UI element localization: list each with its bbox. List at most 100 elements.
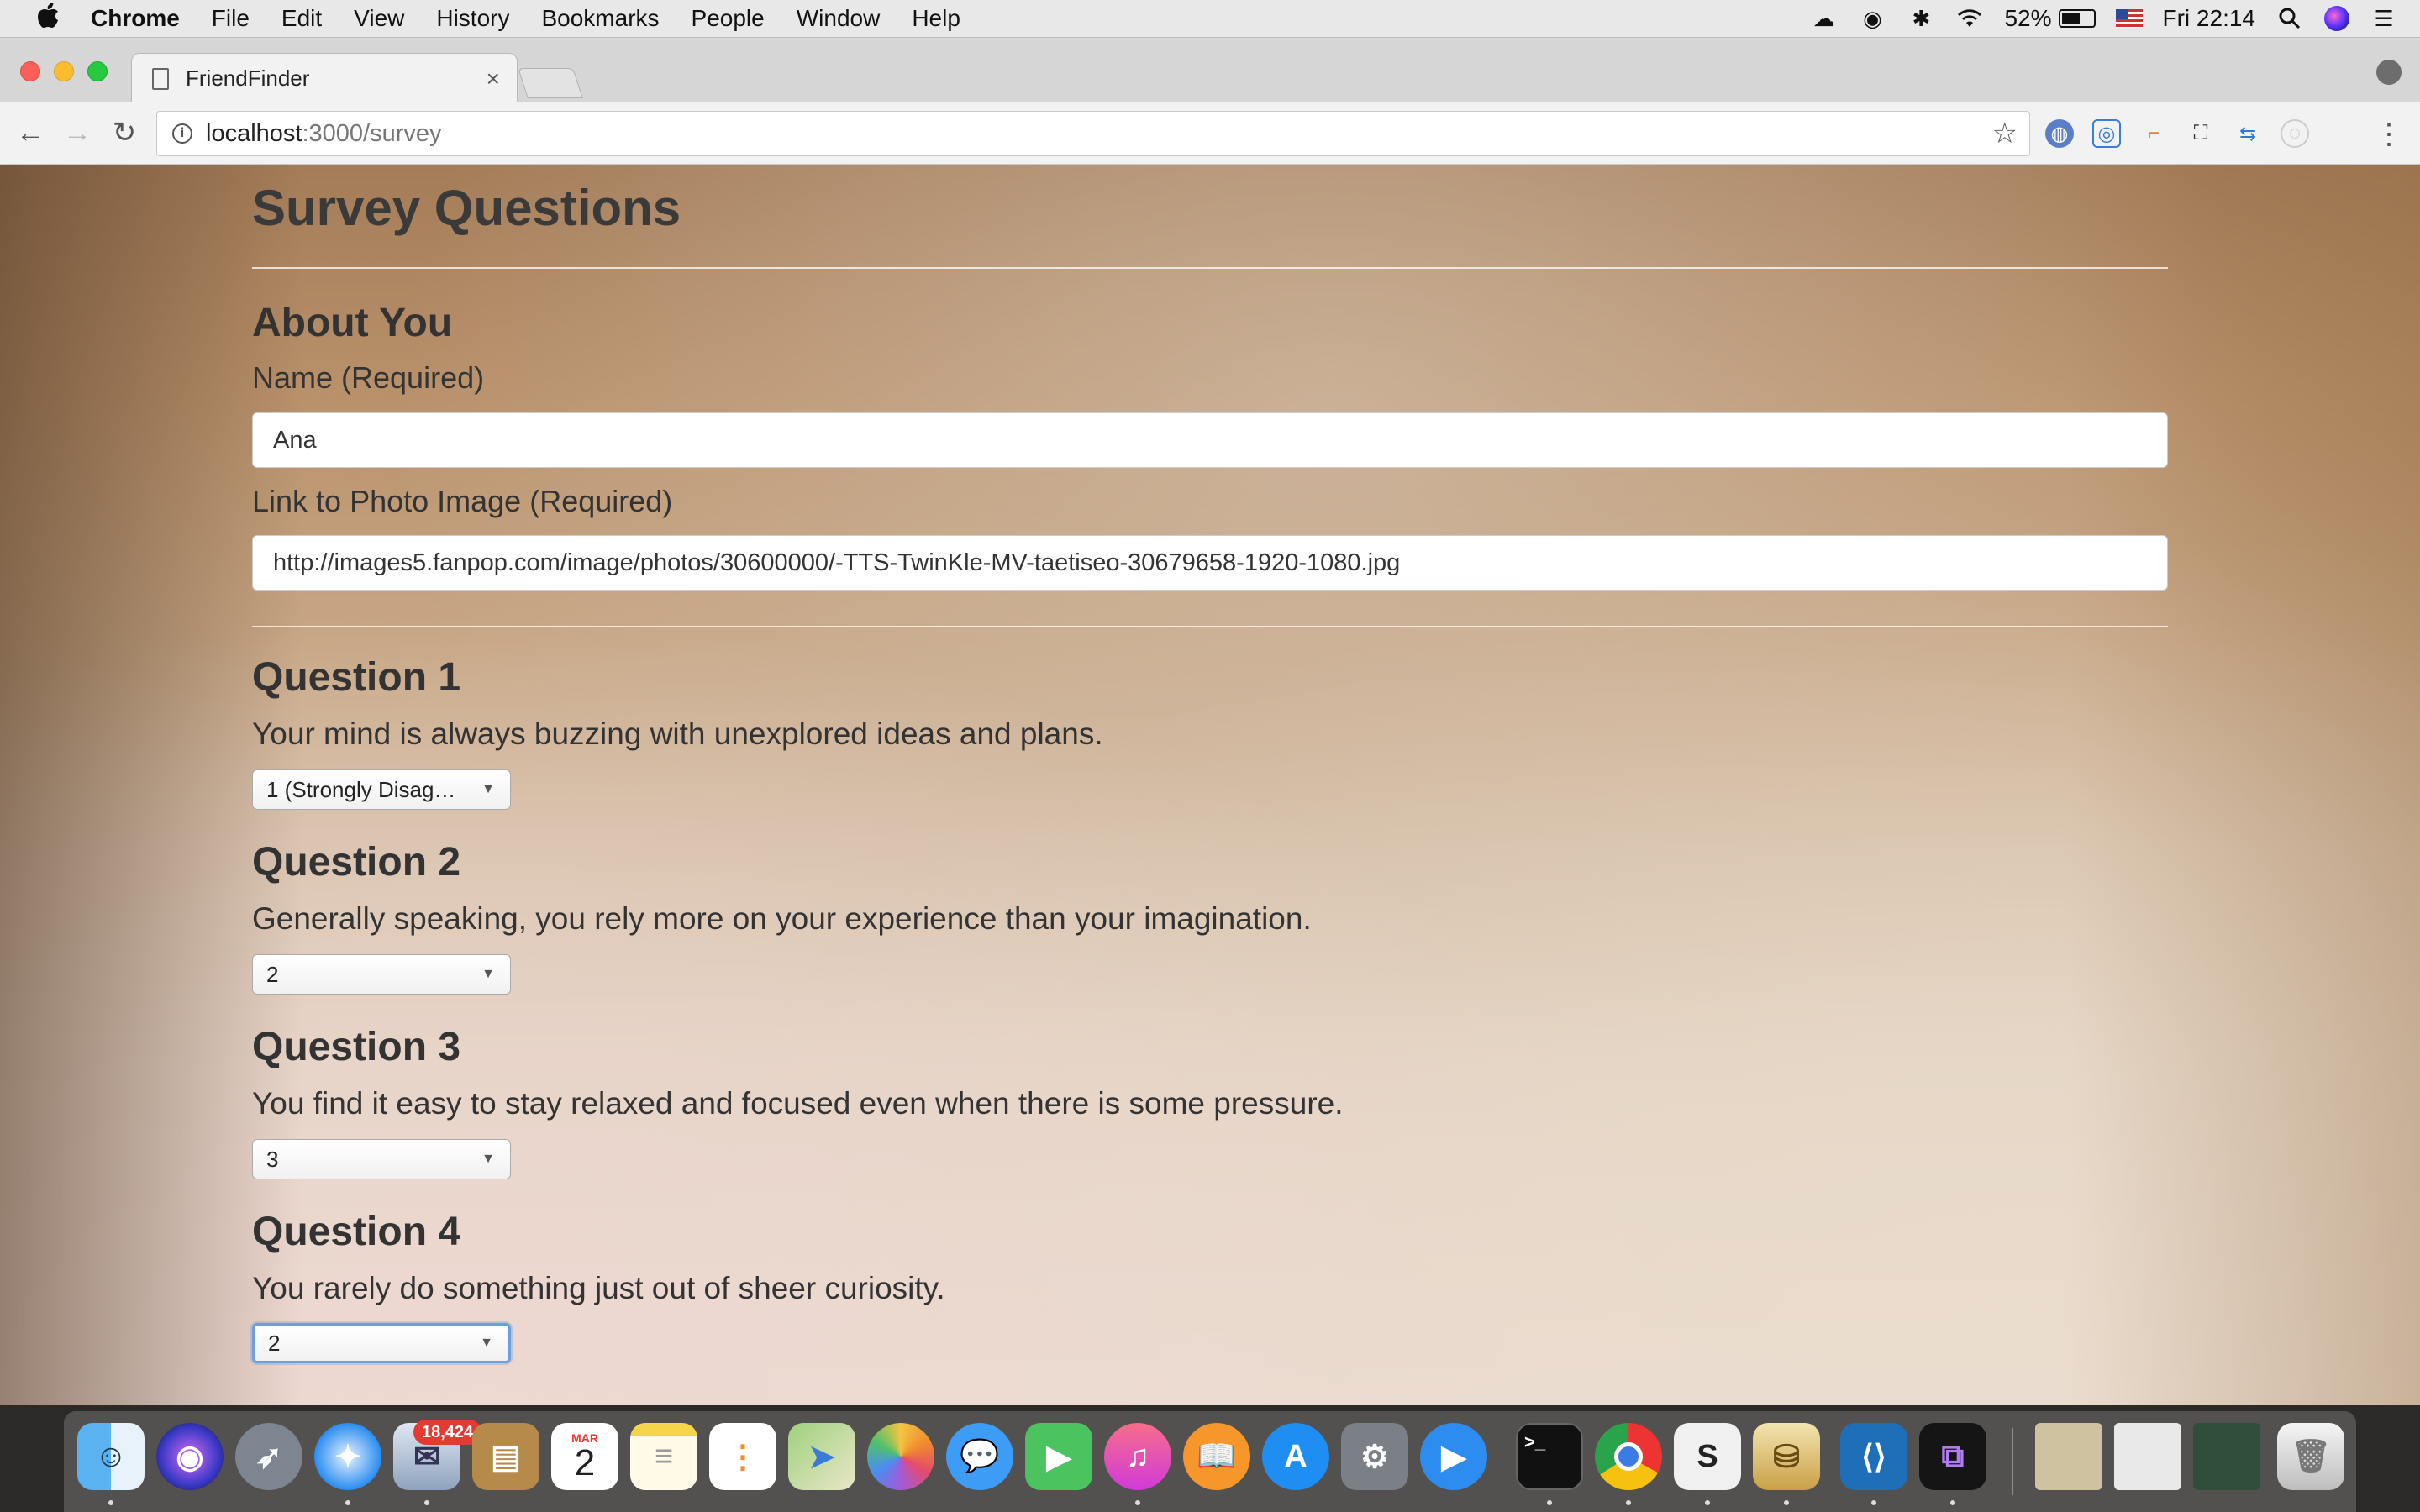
question-1-text: Your mind is always buzzing with unexplo…: [252, 717, 1103, 751]
extension-disabled-icon[interactable]: ◌: [2281, 119, 2309, 148]
system-preferences-icon[interactable]: ⚙: [1341, 1423, 1408, 1490]
menu-edit[interactable]: Edit: [281, 5, 322, 32]
downloads-stack-icon[interactable]: [2035, 1423, 2102, 1490]
question-3-text: You find it easy to stay relaxed and foc…: [252, 1086, 1344, 1121]
running-indicator: [1547, 1500, 1552, 1505]
running-indicator: [1784, 1500, 1789, 1505]
maps-icon[interactable]: ➤: [788, 1423, 855, 1490]
back-button[interactable]: ←: [12, 114, 49, 151]
running-indicator: [424, 1500, 429, 1505]
bookmark-star-icon[interactable]: ☆: [1992, 117, 2018, 150]
ibooks-icon[interactable]: 📖: [1183, 1423, 1250, 1490]
terminal-icon[interactable]: >_: [1516, 1423, 1583, 1490]
facetime-icon[interactable]: ▶: [1025, 1423, 1092, 1490]
running-indicator: [1626, 1500, 1631, 1505]
browser-toolbar: ← → ↻ i localhost:3000/survey ☆ ◍ ◎ ⌐ ⛶ …: [0, 102, 2420, 165]
itunes-icon[interactable]: ♫: [1104, 1423, 1171, 1490]
question-1-select[interactable]: 1 (Strongly Disagree) ▼: [252, 769, 511, 810]
menu-people[interactable]: People: [692, 5, 765, 32]
menu-file[interactable]: File: [212, 5, 250, 32]
dropdown-arrow-icon: ▼: [481, 967, 495, 981]
app-store-icon[interactable]: A: [1262, 1423, 1329, 1490]
close-tab-icon[interactable]: ×: [487, 66, 500, 92]
forward-button[interactable]: →: [59, 114, 96, 151]
calendar-day: 2: [574, 1442, 596, 1483]
sequel-pro-icon[interactable]: ⛁: [1753, 1423, 1820, 1490]
reminders-icon[interactable]: ⋮: [709, 1423, 776, 1490]
question-2-title: Question 2: [252, 840, 461, 885]
sync-icon[interactable]: ◉: [1858, 4, 1886, 33]
menu-window[interactable]: Window: [797, 5, 881, 32]
trash-icon[interactable]: 🗑: [2277, 1423, 2344, 1490]
question-2-select[interactable]: 2 ▼: [252, 954, 511, 995]
extension-ruler-icon[interactable]: ⌐: [2139, 119, 2168, 148]
desktop-stack-icon[interactable]: [2193, 1423, 2260, 1490]
name-input[interactable]: [252, 412, 2168, 468]
question-1-selected-value: 1 (Strongly Disagree): [266, 776, 460, 802]
menu-history[interactable]: History: [436, 5, 509, 32]
question-4-select[interactable]: 2 ▼: [252, 1323, 511, 1363]
extension-globe-icon[interactable]: ◍: [2045, 119, 2074, 148]
safari-icon[interactable]: ✦: [314, 1423, 381, 1490]
extension-fullscreen-icon[interactable]: ⛶: [2186, 119, 2215, 148]
address-bar[interactable]: i localhost:3000/survey ☆: [156, 111, 2030, 156]
input-source-flag-icon[interactable]: [2115, 9, 2143, 28]
question-1-title: Question 1: [252, 655, 461, 700]
page-icon: [152, 67, 169, 90]
dock-separator: [2012, 1428, 2013, 1495]
chrome-menu-icon[interactable]: ⋮: [2375, 118, 2403, 151]
extension-arrows-icon[interactable]: ⇆: [2233, 119, 2262, 148]
reload-button[interactable]: ↻: [106, 114, 143, 151]
dropdown-arrow-icon: ▼: [480, 1336, 493, 1350]
creative-cloud-icon[interactable]: ☁: [1809, 4, 1838, 33]
siri-icon[interactable]: ◉: [156, 1423, 224, 1490]
notification-center-icon[interactable]: ☰: [2370, 4, 2398, 33]
spotlight-search-icon[interactable]: [2275, 4, 2304, 33]
question-3-select[interactable]: 3 ▼: [252, 1139, 511, 1179]
zoom-window-button[interactable]: [87, 61, 108, 81]
extension-screenshot-icon[interactable]: ◎: [2092, 119, 2121, 148]
dropdown-arrow-icon: ▼: [481, 782, 495, 796]
apple-menu-icon[interactable]: [30, 3, 67, 34]
chrome-icon[interactable]: [1595, 1423, 1662, 1490]
macos-menu-bar: Chrome File Edit View History Bookmarks …: [0, 0, 2420, 37]
sublime-text-icon[interactable]: S: [1674, 1423, 1741, 1490]
minimize-window-button[interactable]: [54, 61, 74, 81]
screen-recorder-icon[interactable]: ⧉: [1919, 1423, 1986, 1490]
running-indicator: [108, 1500, 113, 1505]
finder-icon[interactable]: ☺: [77, 1423, 145, 1490]
new-tab-button[interactable]: [518, 68, 583, 98]
menu-view[interactable]: View: [354, 5, 404, 32]
close-window-button[interactable]: [20, 61, 40, 81]
calendar-icon[interactable]: MAR 2: [551, 1423, 618, 1490]
notes-icon[interactable]: ≡: [630, 1423, 697, 1490]
battery-percent: 52%: [2004, 5, 2052, 31]
photo-link-input[interactable]: [252, 535, 2168, 591]
name-label: Name (Required): [252, 360, 485, 395]
divider: [252, 626, 2168, 627]
profile-icon[interactable]: [2376, 60, 2402, 85]
question-2-text: Generally speaking, you rely more on you…: [252, 901, 1312, 936]
menu-bookmarks[interactable]: Bookmarks: [541, 5, 659, 32]
vscode-icon[interactable]: ⟨⟩: [1840, 1423, 1907, 1490]
photos-icon[interactable]: [867, 1423, 934, 1490]
messages-icon[interactable]: 💬: [946, 1423, 1013, 1490]
documents-stack-icon[interactable]: [2114, 1423, 2181, 1490]
zoom-icon[interactable]: ▶: [1420, 1423, 1487, 1490]
tab-friendfinder[interactable]: FriendFinder ×: [131, 53, 518, 103]
question-4-text: You rarely do something just out of shee…: [252, 1271, 945, 1305]
launchpad-icon[interactable]: ➶: [235, 1423, 302, 1490]
bluetooth-icon[interactable]: ✱: [1907, 4, 1935, 33]
question-2-selected-value: 2: [266, 961, 279, 987]
wifi-icon[interactable]: [1955, 4, 1984, 33]
url-host: localhost: [206, 119, 302, 147]
menu-app-name[interactable]: Chrome: [91, 5, 180, 32]
site-info-icon[interactable]: i: [172, 123, 192, 144]
contacts-icon[interactable]: ▤: [472, 1423, 539, 1490]
running-indicator: [1705, 1500, 1710, 1505]
menu-help[interactable]: Help: [912, 5, 960, 32]
siri-icon[interactable]: [2324, 6, 2349, 31]
divider: [252, 267, 2168, 269]
menubar-clock[interactable]: Fri 22:14: [2163, 5, 2256, 32]
battery-status[interactable]: 52%: [2004, 5, 2096, 32]
